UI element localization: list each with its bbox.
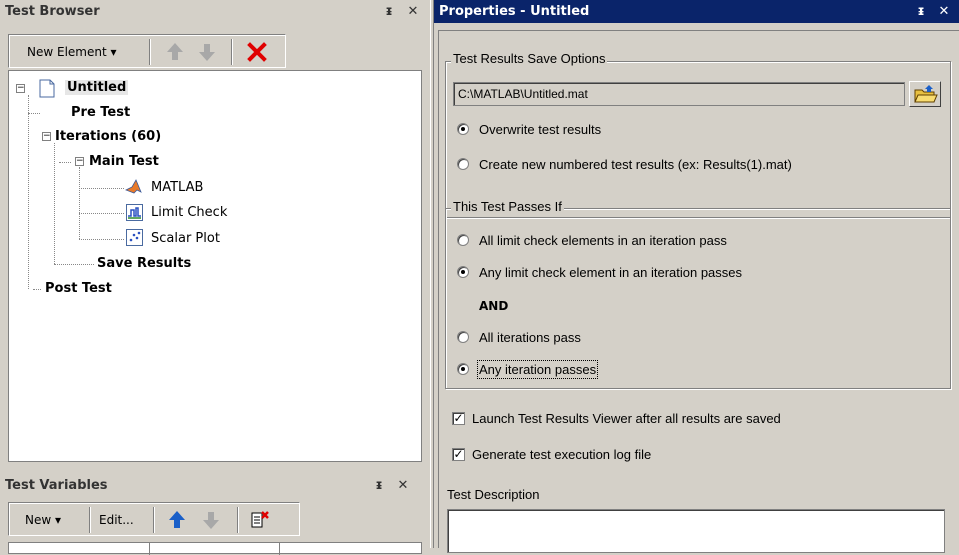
results-file-path-field[interactable]: C:\MATLAB\Untitled.mat bbox=[453, 82, 905, 106]
save-options-group-title: Test Results Save Options bbox=[451, 51, 608, 66]
tree-node-matlab[interactable]: MATLAB bbox=[151, 180, 203, 195]
and-label: AND bbox=[479, 299, 509, 313]
overwrite-results-label[interactable]: Overwrite test results bbox=[479, 122, 601, 137]
pass-conditions-group-title: This Test Passes If bbox=[451, 199, 564, 214]
all-limit-checks-label[interactable]: All limit check elements in an iteration… bbox=[479, 233, 727, 248]
tree-line bbox=[79, 239, 124, 240]
tree-node-untitled[interactable]: Untitled bbox=[65, 80, 129, 95]
tree-line bbox=[59, 162, 71, 163]
test-variables-close-button[interactable]: ✕ bbox=[394, 474, 412, 497]
test-browser-close-button[interactable]: ✕ bbox=[404, 0, 422, 23]
tree-node-limit-check[interactable]: Limit Check bbox=[151, 205, 227, 220]
launch-viewer-label[interactable]: Launch Test Results Viewer after all res… bbox=[472, 411, 781, 426]
edit-variable-button[interactable]: Edit... bbox=[95, 509, 138, 531]
tree-node-scalar-plot[interactable]: Scalar Plot bbox=[151, 231, 220, 246]
delete-icon[interactable] bbox=[247, 42, 267, 62]
tree-line bbox=[54, 264, 94, 265]
test-browser-toolbar: New Element ▾ bbox=[8, 34, 286, 68]
create-new-results-label[interactable]: Create new numbered test results (ex: Re… bbox=[479, 157, 792, 172]
variables-table bbox=[8, 542, 422, 555]
tree-node-main-test[interactable]: Main Test bbox=[89, 154, 159, 169]
properties-pin-button[interactable]: ᵻ bbox=[912, 0, 930, 23]
any-iteration-radio[interactable] bbox=[457, 363, 469, 375]
test-variables-title: Test Variables bbox=[0, 474, 430, 497]
open-folder-icon bbox=[914, 85, 938, 103]
test-browser-panel: Test Browser ᵻ ✕ New Element ▾ − Untitle… bbox=[0, 0, 430, 470]
browse-folder-button[interactable] bbox=[909, 81, 941, 107]
test-description-label: Test Description bbox=[447, 487, 540, 502]
test-browser-title: Test Browser bbox=[0, 0, 430, 23]
tree-node-post-test[interactable]: Post Test bbox=[45, 281, 112, 296]
generate-log-label[interactable]: Generate test execution log file bbox=[472, 447, 651, 462]
tree-node-pre-test[interactable]: Pre Test bbox=[71, 105, 130, 120]
tree-line bbox=[28, 113, 40, 114]
properties-close-button[interactable]: ✕ bbox=[935, 0, 953, 23]
matlab-icon bbox=[125, 178, 142, 195]
properties-body: Test Results Save Options C:\MATLAB\Unti… bbox=[438, 30, 959, 553]
tree-line bbox=[79, 213, 124, 214]
toolbar-separator bbox=[153, 507, 155, 533]
tree-line bbox=[33, 289, 41, 290]
tree-line bbox=[28, 95, 29, 289]
all-iterations-radio[interactable] bbox=[457, 331, 469, 343]
move-up-icon[interactable] bbox=[165, 41, 185, 63]
any-limit-check-label[interactable]: Any limit check element in an iteration … bbox=[479, 265, 742, 280]
toolbar-separator bbox=[149, 39, 151, 65]
toolbar-separator bbox=[231, 39, 233, 65]
launch-viewer-checkbox[interactable]: ✓ bbox=[452, 412, 465, 425]
create-new-results-radio[interactable] bbox=[457, 158, 469, 170]
collapse-iterations-icon[interactable]: − bbox=[42, 132, 51, 141]
delete-variable-icon[interactable] bbox=[249, 509, 271, 531]
collapse-root-icon[interactable]: − bbox=[16, 84, 25, 93]
element-tree: − Untitled Pre Test − Iterations (60) − … bbox=[8, 70, 422, 462]
generate-log-checkbox[interactable]: ✓ bbox=[452, 448, 465, 461]
properties-panel: Properties - Untitled ᵻ ✕ Test Results S… bbox=[434, 0, 959, 553]
new-element-button[interactable]: New Element ▾ bbox=[23, 41, 121, 63]
any-limit-check-radio[interactable] bbox=[457, 266, 469, 278]
any-iteration-label[interactable]: Any iteration passes bbox=[476, 360, 599, 379]
new-variable-button[interactable]: New ▾ bbox=[21, 509, 65, 531]
collapse-main-test-icon[interactable]: − bbox=[75, 157, 84, 166]
overwrite-results-radio[interactable] bbox=[457, 123, 469, 135]
test-description-textarea[interactable] bbox=[447, 509, 945, 553]
test-variables-pin-button[interactable]: ᵻ bbox=[370, 474, 388, 497]
tree-node-iterations[interactable]: Iterations (60) bbox=[55, 129, 161, 144]
scalar-plot-icon bbox=[126, 229, 143, 246]
move-up-icon[interactable] bbox=[167, 509, 187, 531]
tree-line bbox=[79, 167, 80, 239]
tree-line bbox=[54, 143, 55, 264]
properties-title: Properties - Untitled bbox=[434, 0, 959, 23]
test-variables-toolbar: New ▾ Edit... bbox=[8, 502, 300, 536]
move-down-icon[interactable] bbox=[197, 41, 217, 63]
all-limit-checks-radio[interactable] bbox=[457, 234, 469, 246]
document-icon bbox=[39, 79, 55, 98]
toolbar-separator bbox=[89, 507, 91, 533]
all-iterations-label[interactable]: All iterations pass bbox=[479, 330, 581, 345]
test-variables-panel: Test Variables ᵻ ✕ New ▾ Edit... bbox=[0, 474, 430, 555]
table-header-divider bbox=[149, 543, 150, 555]
table-header-divider bbox=[279, 543, 280, 555]
limit-check-icon bbox=[126, 204, 143, 221]
move-down-icon[interactable] bbox=[201, 509, 221, 531]
tree-node-save-results[interactable]: Save Results bbox=[97, 256, 191, 271]
toolbar-separator bbox=[237, 507, 239, 533]
tree-line bbox=[79, 188, 124, 189]
test-browser-pin-button[interactable]: ᵻ bbox=[380, 0, 398, 23]
